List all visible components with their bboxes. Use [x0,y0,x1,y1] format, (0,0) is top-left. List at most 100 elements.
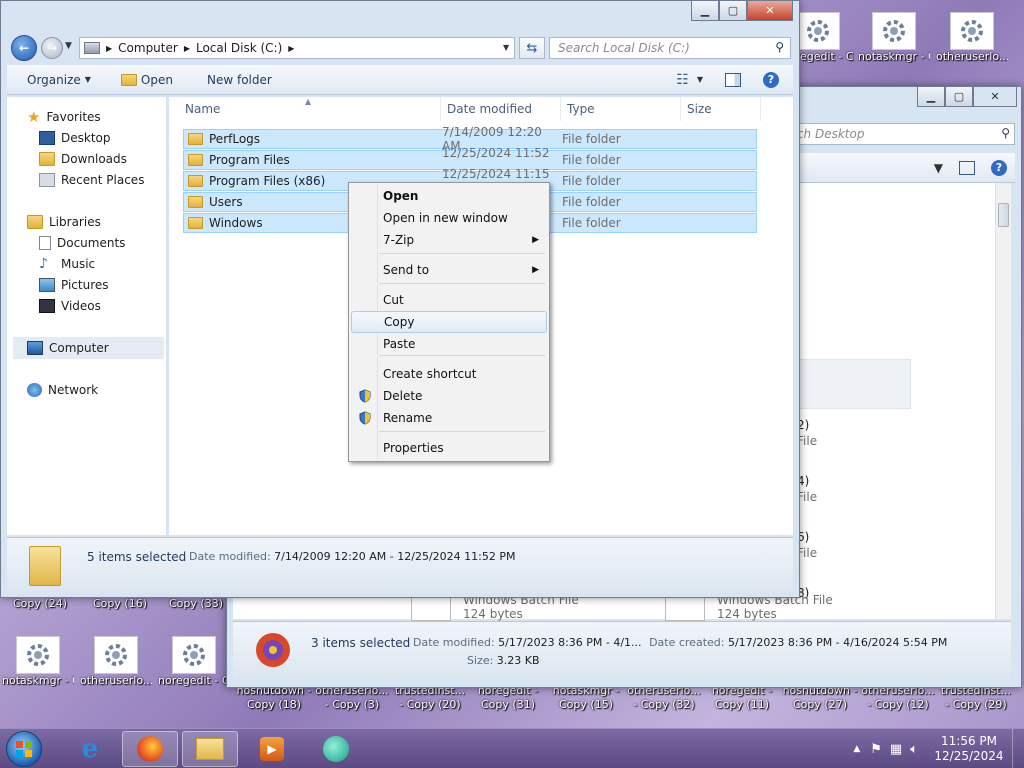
desktop-icon-label[interactable]: trustedinst... - Copy (29) [938,684,1014,712]
show-desktop-button[interactable] [1012,729,1024,768]
windows-explorer-taskbar-button[interactable] [182,731,238,767]
dropdown-arrow-icon: ▼ [84,75,91,84]
preview-pane-icon[interactable] [959,160,975,175]
breadcrumb-computer[interactable]: Computer [118,41,178,55]
back-button[interactable]: ← [11,35,37,61]
desktop-file-item[interactable]: 2) File [797,417,817,449]
menu-item-open-in-new-window[interactable]: Open in new window [351,207,547,229]
desktop-file-item[interactable]: 6) File [797,529,817,561]
view-options-icon[interactable]: ▼ [934,161,943,175]
minimize-button[interactable]: ▁ [917,87,945,107]
desktop-icon[interactable]: noregedit - Copy (2) [158,636,230,687]
search-input[interactable]: rch Desktop [792,127,864,141]
app-taskbar-button[interactable] [308,731,364,767]
close-button[interactable]: ✕ [747,1,793,21]
selected-item-highlight[interactable] [799,359,911,409]
recent-pages-icon[interactable]: ▼ [65,41,72,51]
desktop-icon[interactable]: notaskmgr - Copy (2) [858,12,930,63]
desktop-icon-label[interactable]: noregedit - Copy (11) [704,684,780,712]
nav-pictures[interactable]: Pictures [39,275,166,295]
nav-music[interactable]: ♪ Music [39,254,166,274]
column-header-size[interactable]: Size [681,97,761,121]
menu-item-label: Rename [383,411,433,425]
desktop-icon-label[interactable]: otheruserlo... - Copy (12) [860,684,936,712]
desktop-icon[interactable]: notaskmgr - Copy (6) [2,636,74,687]
row-name: PerfLogs [209,132,261,146]
nav-libraries[interactable]: Libraries [27,212,166,232]
show-hidden-icons[interactable]: ▲ [853,744,860,754]
desktop-icon [39,131,55,145]
clock[interactable]: 11:56 PM 12/25/2024 [926,734,1012,764]
search-box[interactable]: Search Local Disk (C:) ⚲ [549,37,791,59]
desktop-icon-label[interactable]: trustedinst... - Copy (20) [392,684,468,712]
view-options-icon[interactable]: ☷ [676,72,689,88]
navigation-pane[interactable]: ★ Favorites Desktop Downloads Recent Pla… [7,97,167,535]
address-bar[interactable]: ▶ Computer ▶ Local Disk (C:) ▶ [79,37,515,59]
status-count: 5 items selected [87,550,187,564]
media-player-taskbar-button[interactable]: ▶ [244,731,300,767]
desktop-file-item[interactable]: 4) File [797,473,817,505]
minimize-button[interactable]: ▁ [691,1,719,21]
network-status-icon[interactable]: ▦ [890,742,902,757]
menu-item-properties[interactable]: Properties [351,437,547,459]
desktop-icon-label[interactable]: noregedit - Copy (31) [470,684,546,712]
volume-muted-icon[interactable]: 🔈︎ [910,742,918,757]
status-date-label: Date modified: [189,550,271,563]
refresh-button[interactable]: ⇆ [519,37,545,59]
menu-item-send-to[interactable]: Send to ▶ [351,259,547,281]
nav-network[interactable]: Network [27,380,166,400]
preview-pane-icon[interactable] [725,72,741,87]
start-button[interactable] [6,731,42,767]
search-icon[interactable]: ⚲ [1001,126,1010,140]
menu-item-paste[interactable]: Paste [351,333,547,355]
desktop-icon-label[interactable]: nosnutdown - Copy (27) [782,684,858,712]
internet-explorer-taskbar-button[interactable]: e [62,731,118,767]
menu-item-rename[interactable]: Rename [351,407,547,429]
address-dropdown-icon[interactable]: ▼ [503,43,509,52]
desktop-icon-label: otheruserlo... - Copy (23) [80,674,152,687]
nav-videos[interactable]: Videos [39,296,166,316]
search-input[interactable]: Search Local Disk (C:) [558,41,690,55]
menu-item-label: 7-Zip [383,233,415,247]
documents-icon [39,236,51,250]
forward-button[interactable]: → [41,37,63,59]
nav-recent-places[interactable]: Recent Places [39,170,166,190]
desktop-icon[interactable]: otheruserlo... - Copy (23) [80,636,152,687]
menu-item-copy[interactable]: Copy [351,311,547,333]
search-box[interactable]: rch Desktop ⚲ [787,123,1015,145]
scrollbar-thumb[interactable] [998,203,1009,227]
help-icon[interactable]: ? [763,71,779,88]
menu-item-delete[interactable]: Delete [351,385,547,407]
column-header-type[interactable]: Type [561,97,681,121]
menu-item-cut[interactable]: Cut [351,289,547,311]
nav-favorites[interactable]: ★ Favorites [27,107,166,127]
menu-item-7-zip[interactable]: 7-Zip ▶ [351,229,547,251]
nav-desktop[interactable]: Desktop [39,128,166,148]
desktop-icon-label[interactable]: nosnutdown - Copy (18) [236,684,312,712]
maximize-button[interactable]: ▢ [945,87,973,107]
desktop-icon-label[interactable]: otheruserlo... - Copy (32) [626,684,702,712]
menu-separator [379,253,545,254]
menu-item-create-shortcut[interactable]: Create shortcut [351,363,547,385]
action-center-icon[interactable]: ⚑ [870,742,882,757]
organize-button[interactable]: Organize ▼ [7,73,101,87]
menu-item-open[interactable]: Open [351,185,547,207]
column-header-date-modified[interactable]: Date modified [441,97,561,121]
maximize-button[interactable]: ▢ [719,1,747,21]
nav-computer[interactable]: Computer [13,337,164,359]
desktop-icon-label[interactable]: notaskmgr - Copy (15) [548,684,624,712]
firefox-taskbar-button[interactable] [122,731,178,767]
desktop-icon[interactable]: otheruserlo... - Copy (19) [936,12,1008,63]
help-icon[interactable]: ? [991,159,1007,176]
new-folder-button[interactable]: New folder [197,73,282,87]
close-button[interactable]: ✕ [973,87,1017,107]
scrollbar[interactable] [995,183,1011,619]
nav-documents[interactable]: Documents [39,233,166,253]
breadcrumb-local-disk[interactable]: Local Disk (C:) [196,41,282,55]
context-menu[interactable]: Open Open in new window 7-Zip ▶ Send to ▶ Cut C… [348,182,550,462]
desktop-icon-label[interactable]: otheruserlo... - Copy (3) [314,684,390,712]
view-dropdown-icon[interactable]: ▼ [697,75,703,84]
search-icon[interactable]: ⚲ [775,40,784,54]
open-button[interactable]: Open [111,73,183,87]
nav-downloads[interactable]: Downloads [39,149,166,169]
